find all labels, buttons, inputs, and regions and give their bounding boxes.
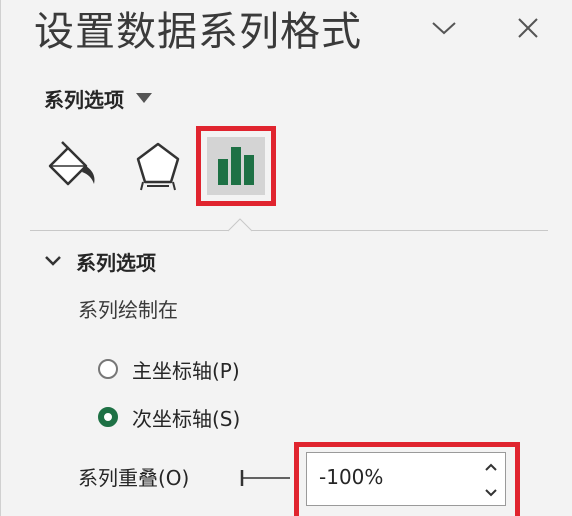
chevron-up-icon	[485, 463, 497, 471]
secondary-axis-radio[interactable]	[98, 407, 118, 427]
series-overlap-spinner[interactable]: -100%	[306, 452, 506, 506]
series-overlap-label: 系列重叠(O)	[78, 466, 190, 490]
secondary-axis-label: 次坐标轴(S)	[132, 406, 241, 431]
close-pane-button[interactable]	[510, 10, 546, 46]
section-divider	[30, 230, 548, 231]
section-title: 系列选项	[76, 250, 156, 275]
close-icon	[518, 18, 538, 38]
series-options-section-header[interactable]: 系列选项	[44, 246, 156, 276]
tab-series-options[interactable]	[196, 126, 276, 206]
plot-series-on-label: 系列绘制在	[78, 298, 178, 322]
spin-up-button[interactable]	[483, 459, 499, 475]
format-data-series-pane: 设置数据系列格式 系列选项 系列选项 系列绘制在 主坐标轴(P) 次坐标轴(S)…	[0, 0, 572, 516]
pane-options-button[interactable]	[426, 10, 462, 46]
series-options-dropdown-label: 系列选项	[44, 87, 124, 112]
column-chart-icon	[218, 147, 254, 185]
secondary-axis-option[interactable]: 次坐标轴(S)	[98, 402, 240, 432]
paint-bucket-icon	[48, 141, 95, 186]
pane-title: 设置数据系列格式	[34, 9, 362, 55]
caret-down-icon	[136, 93, 152, 103]
pentagon-icon	[136, 142, 180, 191]
primary-axis-label: 主坐标轴(P)	[132, 358, 240, 383]
spin-down-button[interactable]	[483, 485, 499, 501]
selected-tab-pointer	[228, 218, 252, 232]
primary-axis-radio[interactable]	[98, 359, 118, 379]
series-overlap-slider[interactable]	[240, 466, 292, 490]
tab-effects[interactable]	[126, 138, 190, 196]
primary-axis-option[interactable]: 主坐标轴(P)	[98, 354, 240, 384]
chevron-down-icon	[432, 22, 456, 35]
series-options-dropdown[interactable]: 系列选项	[44, 84, 152, 112]
tab-fill-line[interactable]	[40, 138, 104, 194]
series-overlap-value[interactable]: -100%	[319, 465, 383, 489]
chevron-down-icon	[45, 256, 61, 266]
tab-series-options-selected-bg	[207, 137, 265, 195]
pane-left-border	[0, 0, 1, 516]
chevron-down-icon	[485, 489, 497, 497]
